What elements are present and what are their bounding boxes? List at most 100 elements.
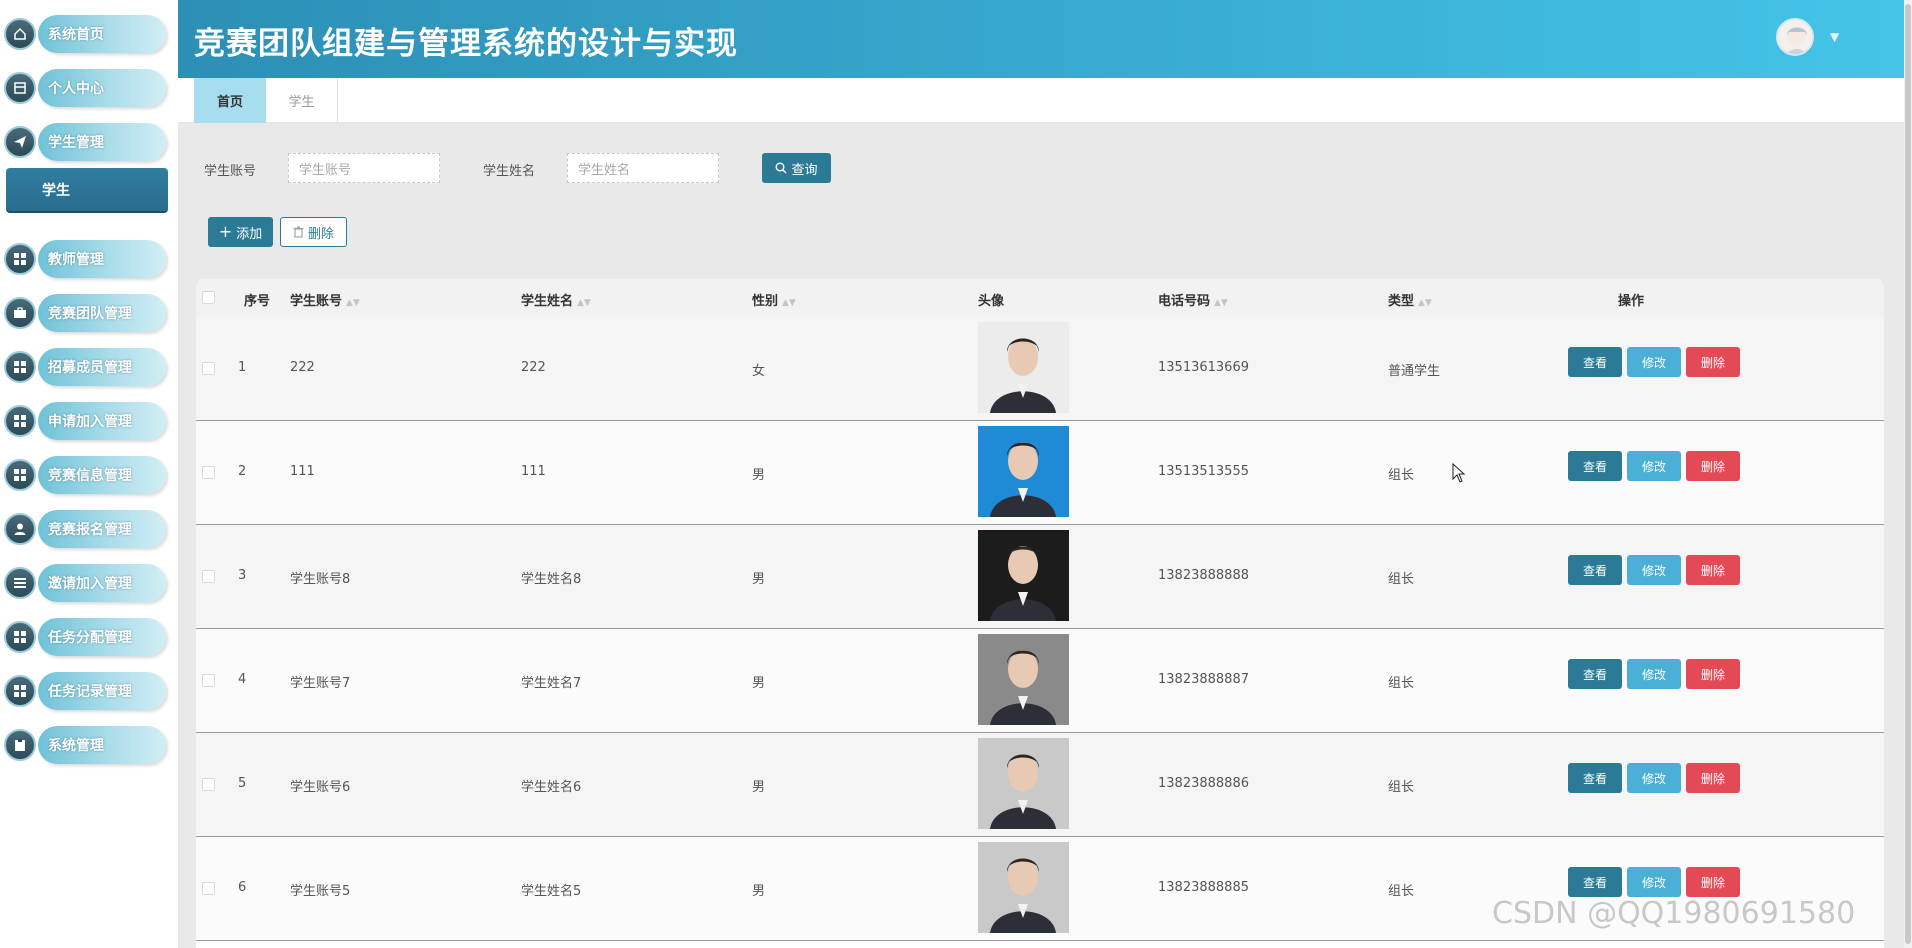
col-phone-label: 电话号码 [1158, 294, 1211, 309]
sidebar-item-contest-info-mgmt[interactable]: 竞赛信息管理 [4, 456, 166, 494]
edit-button[interactable]: 修改 [1627, 451, 1681, 481]
cell-index: 1 [238, 360, 247, 375]
view-button[interactable]: 查看 [1568, 659, 1622, 689]
sidebar-item-invite-mgmt[interactable]: 邀请加入管理 [4, 564, 166, 602]
col-photo: 头像 [978, 294, 1005, 309]
cell-gender: 男 [752, 572, 766, 587]
delete-button[interactable]: 删除 [1686, 763, 1740, 793]
name-search-label: 学生姓名 [483, 164, 536, 179]
query-button-label: 查询 [791, 162, 818, 178]
col-type[interactable]: 类型 ▲▼ [1388, 290, 1432, 309]
col-name[interactable]: 学生姓名 ▲▼ [521, 290, 591, 309]
sidebar-item-task-record-mgmt[interactable]: 任务记录管理 [4, 672, 166, 710]
cell-gender: 男 [752, 884, 766, 899]
student-photo[interactable] [978, 738, 1069, 829]
col-account[interactable]: 学生账号 ▲▼ [290, 290, 360, 309]
cell-account: 学生账号5 [290, 884, 351, 899]
sort-icon[interactable]: ▲▼ [1214, 298, 1228, 308]
avatar[interactable] [1776, 18, 1814, 56]
table-row: 3 学生账号8 学生姓名8 男 13823888888 组长 查看 修改 删除 [196, 525, 1884, 629]
scrollbar-thumb[interactable] [1905, 4, 1911, 944]
sidebar-item-system-mgmt[interactable]: 系统管理 [4, 726, 166, 764]
sidebar-item-label: 学生管理 [48, 135, 104, 151]
row-checkbox[interactable] [202, 362, 215, 375]
cell-gender: 男 [752, 780, 766, 795]
cell-index: 6 [238, 880, 247, 895]
sidebar-item-apply-mgmt[interactable]: 申请加入管理 [4, 402, 166, 440]
sidebar-subitem-student[interactable]: 学生 [6, 168, 168, 213]
add-button[interactable]: + 添加 [208, 217, 273, 247]
sort-icon[interactable]: ▲▼ [782, 298, 796, 308]
chevron-down-icon[interactable]: ▼ [1830, 30, 1839, 44]
row-checkbox[interactable] [202, 466, 215, 479]
edit-button[interactable]: 修改 [1627, 867, 1681, 897]
send-icon [4, 126, 36, 158]
cell-name: 222 [521, 360, 546, 375]
tab-student[interactable]: 学生 [266, 78, 338, 123]
sort-icon[interactable]: ▲▼ [346, 298, 360, 308]
col-account-label: 学生账号 [290, 294, 343, 309]
row-checkbox[interactable] [202, 570, 215, 583]
row-checkbox[interactable] [202, 882, 215, 895]
student-photo[interactable] [978, 634, 1069, 725]
view-button[interactable]: 查看 [1568, 347, 1622, 377]
briefcase-icon [4, 297, 36, 329]
cell-type: 普通学生 [1388, 364, 1441, 379]
sidebar-item-label: 任务分配管理 [48, 630, 132, 646]
sidebar-item-profile[interactable]: 个人中心 [4, 69, 166, 107]
delete-button[interactable]: 删除 [1686, 451, 1740, 481]
cell-type: 组长 [1388, 676, 1415, 691]
edit-button[interactable]: 修改 [1627, 555, 1681, 585]
edit-button[interactable]: 修改 [1627, 659, 1681, 689]
sidebar-item-home[interactable]: 系统首页 [4, 15, 166, 53]
clipboard-icon [4, 729, 36, 761]
edit-button[interactable]: 修改 [1627, 347, 1681, 377]
student-photo[interactable] [978, 426, 1069, 517]
row-checkbox[interactable] [202, 674, 215, 687]
delete-button[interactable]: 删除 [1686, 347, 1740, 377]
sidebar-item-team-mgmt[interactable]: 竞赛团队管理 [4, 294, 166, 332]
tab-home[interactable]: 首页 [194, 78, 266, 123]
view-button[interactable]: 查看 [1568, 451, 1622, 481]
search-icon [775, 162, 787, 174]
col-gender[interactable]: 性别 ▲▼ [752, 290, 796, 309]
student-photo[interactable] [978, 530, 1069, 621]
sidebar-item-signup-mgmt[interactable]: 竞赛报名管理 [4, 510, 166, 548]
col-type-label: 类型 [1388, 294, 1415, 309]
cell-index: 5 [238, 776, 247, 791]
row-checkbox[interactable] [202, 778, 215, 791]
name-search-input[interactable]: 学生姓名 [567, 153, 719, 183]
query-button[interactable]: 查询 [762, 153, 831, 183]
sort-icon[interactable]: ▲▼ [577, 298, 591, 308]
table-row: 4 学生账号7 学生姓名7 男 13823888887 组长 查看 修改 删除 [196, 629, 1884, 733]
account-search-input[interactable]: 学生账号 [288, 153, 440, 183]
sidebar-item-label: 个人中心 [48, 81, 104, 97]
grid-icon [4, 459, 36, 491]
view-button[interactable]: 查看 [1568, 867, 1622, 897]
sidebar-item-teacher-mgmt[interactable]: 教师管理 [4, 240, 166, 278]
sidebar-subitem-label: 学生 [42, 182, 70, 199]
cell-account: 222 [290, 360, 315, 375]
view-button[interactable]: 查看 [1568, 763, 1622, 793]
delete-button-label: 删除 [307, 226, 334, 242]
select-all-checkbox[interactable] [202, 291, 215, 304]
cell-type: 组长 [1388, 884, 1415, 899]
sidebar-item-student-mgmt[interactable]: 学生管理 [4, 123, 166, 161]
edit-button[interactable]: 修改 [1627, 763, 1681, 793]
student-photo[interactable] [978, 322, 1069, 413]
delete-button[interactable]: 删除 [1686, 867, 1740, 897]
student-photo[interactable] [978, 842, 1069, 933]
delete-button[interactable]: 删除 [1686, 555, 1740, 585]
sidebar-item-recruit-mgmt[interactable]: 招募成员管理 [4, 348, 166, 386]
plus-icon: + [218, 222, 233, 241]
view-button[interactable]: 查看 [1568, 555, 1622, 585]
sort-icon[interactable]: ▲▼ [1418, 298, 1432, 308]
sidebar-item-label: 竞赛报名管理 [48, 522, 132, 538]
delete-button[interactable]: 删除 [1686, 659, 1740, 689]
batch-delete-button[interactable]: 删除 [280, 217, 347, 247]
sidebar-item-task-assign-mgmt[interactable]: 任务分配管理 [4, 618, 166, 656]
col-phone[interactable]: 电话号码 ▲▼ [1158, 290, 1228, 309]
vertical-scrollbar[interactable] [1904, 0, 1912, 948]
sidebar-item-label: 竞赛信息管理 [48, 468, 132, 484]
cell-name: 111 [521, 464, 546, 479]
